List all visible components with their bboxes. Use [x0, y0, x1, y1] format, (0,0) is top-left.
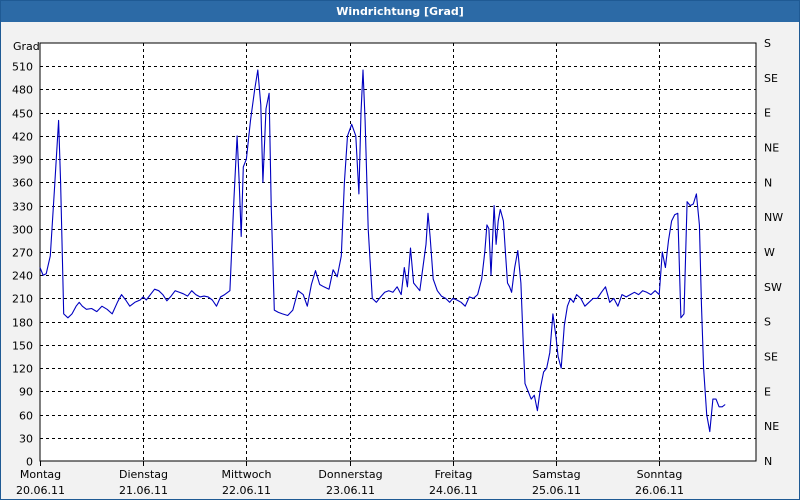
x-tick-day: Sonntag: [637, 468, 683, 481]
y-tick-label: 90: [19, 386, 33, 399]
x-tick-day: Montag: [20, 468, 61, 481]
compass-tick-label: S: [764, 37, 771, 50]
x-tick-date: 22.06.11: [222, 484, 271, 497]
compass-tick-label: W: [764, 246, 775, 259]
y-tick-label: 480: [12, 84, 33, 97]
x-tick-date: 23.06.11: [326, 484, 375, 497]
y-tick-label: 510: [12, 61, 33, 74]
x-tick-day: Mittwoch: [222, 468, 272, 481]
compass-tick-label: E: [764, 107, 771, 120]
y-tick-label: 240: [12, 270, 33, 283]
compass-tick-label: N: [764, 176, 772, 189]
compass-tick-label: SW: [764, 281, 782, 294]
x-tick-day: Freitag: [435, 468, 473, 481]
compass-tick-label: NW: [764, 211, 783, 224]
x-tick-date: 26.06.11: [635, 484, 684, 497]
y-tick-label: 30: [19, 433, 33, 446]
y-tick-label: 60: [19, 410, 33, 423]
x-tick-date: 21.06.11: [119, 484, 168, 497]
wind-direction-chart: Grad 0 30 60 90 120 150 180 210 240 270 300 330 360 3…: [12, 37, 783, 497]
compass-tick-label: N: [764, 455, 772, 468]
y-tick-label: 450: [12, 108, 33, 121]
compass-tick-label: SE: [764, 351, 778, 364]
y-tick-label: 0: [26, 456, 33, 469]
y-tick-label: 120: [12, 363, 33, 376]
compass-tick-label: NE: [764, 142, 779, 155]
y-tick-label: 330: [12, 201, 33, 214]
compass-tick-label: NE: [764, 420, 779, 433]
x-tick-date: 25.06.11: [532, 484, 581, 497]
y-tick-label: 210: [12, 293, 33, 306]
y-tick-label: 180: [12, 317, 33, 330]
compass-tick-label: S: [764, 316, 771, 329]
x-tick-date: 24.06.11: [429, 484, 478, 497]
x-tick-day: Dienstag: [119, 468, 168, 481]
y-axis-label: Grad: [13, 40, 40, 53]
y-tick-label: 150: [12, 340, 33, 353]
compass-tick-label: SE: [764, 72, 778, 85]
y-tick-label: 270: [12, 247, 33, 260]
y-tick-label: 390: [12, 154, 33, 167]
compass-tick-label: E: [764, 385, 771, 398]
y-tick-label: 420: [12, 131, 33, 144]
y-tick-label: 300: [12, 224, 33, 237]
x-tick-date: 20.06.11: [16, 484, 65, 497]
x-tick-day: Samstag: [532, 468, 580, 481]
x-tick-day: Donnerstag: [318, 468, 382, 481]
y-tick-label: 360: [12, 177, 33, 190]
